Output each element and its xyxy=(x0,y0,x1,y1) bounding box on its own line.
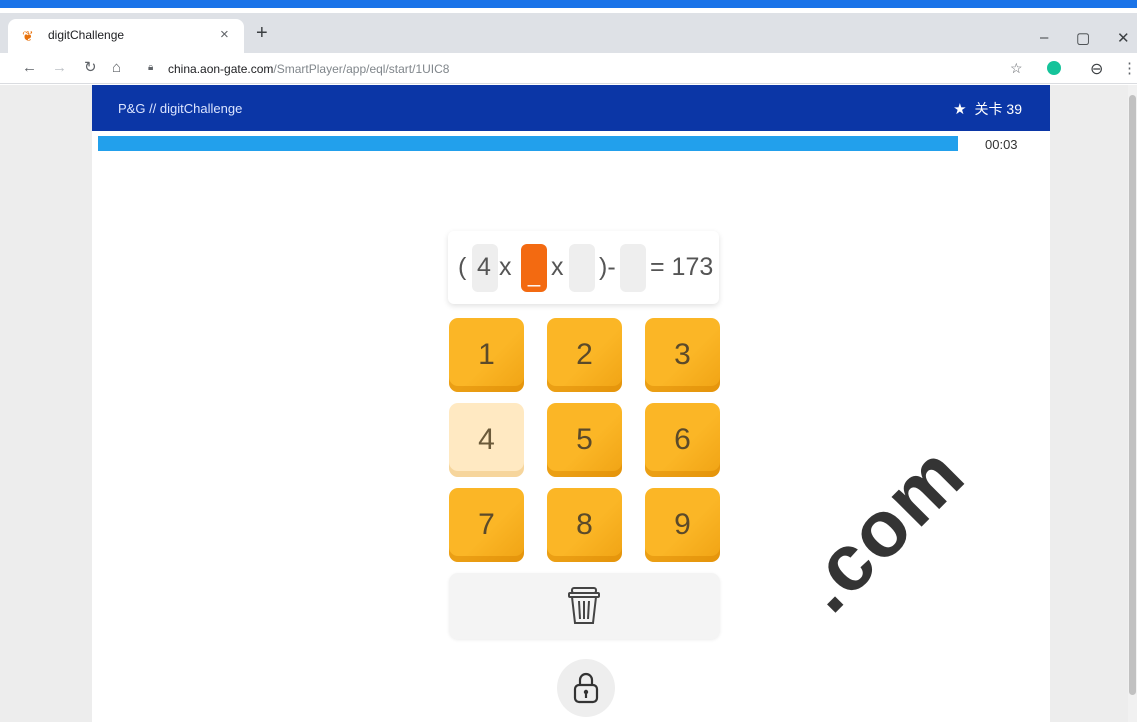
window-top-border xyxy=(0,0,1137,13)
profile-icon[interactable]: ⊖ xyxy=(1090,59,1103,79)
bookmark-star-icon[interactable]: ☆ xyxy=(1010,60,1023,77)
lock-icon xyxy=(573,672,599,704)
browser-tab[interactable]: ❦ digitChallenge × xyxy=(8,19,244,53)
tab-strip: ❦ digitChallenge × + – ▢ ✕ xyxy=(0,13,1137,53)
key-5[interactable]: 5 xyxy=(547,403,622,477)
equation-slot-4[interactable] xyxy=(620,244,646,292)
menu-icon[interactable]: ⋮ xyxy=(1122,59,1137,77)
favicon-icon: ❦ xyxy=(22,28,34,44)
home-icon[interactable]: ⌂ xyxy=(112,59,121,77)
page-scrollbar[interactable] xyxy=(1128,85,1137,722)
equation-close-minus: )- xyxy=(599,253,616,281)
equation-operator-2: x xyxy=(551,253,564,281)
grammarly-icon[interactable] xyxy=(1047,61,1061,75)
address-bar[interactable]: 🔒︎ china.aon-gate.com/SmartPlayer/app/eq… xyxy=(140,57,1035,81)
timer: 00:03 xyxy=(985,137,1018,152)
url-text: china.aon-gate.com/SmartPlayer/app/eql/s… xyxy=(168,62,449,76)
equation-number-1: 4 xyxy=(477,253,491,281)
equation-result: = 173 xyxy=(650,253,714,281)
toolbar: ← → ↻ ⌂ 🔒︎ china.aon-gate.com/SmartPlaye… xyxy=(0,53,1137,84)
active-slot-cursor: _ xyxy=(527,262,541,287)
scroll-thumb[interactable] xyxy=(1129,95,1136,695)
page-viewport: P&G // digitChallenge ★ 关卡 39 00:03 ( 4 x… xyxy=(0,85,1137,722)
key-1[interactable]: 1 xyxy=(449,318,524,392)
key-9[interactable]: 9 xyxy=(645,488,720,562)
submit-lock-button[interactable] xyxy=(557,659,615,717)
new-tab-button[interactable]: + xyxy=(256,23,268,43)
close-window-icon[interactable]: ✕ xyxy=(1117,29,1130,47)
key-6[interactable]: 6 xyxy=(645,403,720,477)
key-3[interactable]: 3 xyxy=(645,318,720,392)
key-8[interactable]: 8 xyxy=(547,488,622,562)
app-header: P&G // digitChallenge ★ 关卡 39 xyxy=(92,85,1050,131)
url-path: /SmartPlayer/app/eql/start/1UIC8 xyxy=(273,62,450,76)
close-tab-icon[interactable]: × xyxy=(220,26,229,43)
equation-slot-2-active[interactable]: _ xyxy=(521,244,547,292)
time-progress-bar xyxy=(98,136,958,151)
equation-operator-1: x xyxy=(499,253,512,281)
equation-open-paren: ( xyxy=(458,253,467,281)
clear-button[interactable] xyxy=(449,573,720,639)
key-7[interactable]: 7 xyxy=(449,488,524,562)
game-panel: P&G // digitChallenge ★ 关卡 39 00:03 ( 4 x… xyxy=(92,85,1050,722)
breadcrumb: P&G // digitChallenge xyxy=(118,101,243,116)
equation-slot-3[interactable] xyxy=(569,244,595,292)
minimize-icon[interactable]: – xyxy=(1040,29,1048,46)
level-indicator: ★ 关卡 39 xyxy=(953,99,1022,119)
key-2[interactable]: 2 xyxy=(547,318,622,392)
progress-fill xyxy=(98,136,958,151)
url-host: china.aon-gate.com xyxy=(168,62,274,76)
level-label: 关卡 39 xyxy=(974,101,1022,117)
star-icon: ★ xyxy=(953,101,967,118)
equation-display: ( 4 x _ x )- = 173 xyxy=(448,231,719,304)
reload-icon[interactable]: ↻ xyxy=(84,59,97,77)
tab-title: digitChallenge xyxy=(48,28,125,42)
key-4-used[interactable]: 4 xyxy=(449,403,524,477)
restore-icon[interactable]: ▢ xyxy=(1076,29,1090,47)
lock-icon: 🔒︎ xyxy=(148,62,154,73)
back-icon[interactable]: ← xyxy=(22,59,37,77)
trash-icon xyxy=(568,587,600,624)
forward-icon[interactable]: → xyxy=(52,59,67,77)
